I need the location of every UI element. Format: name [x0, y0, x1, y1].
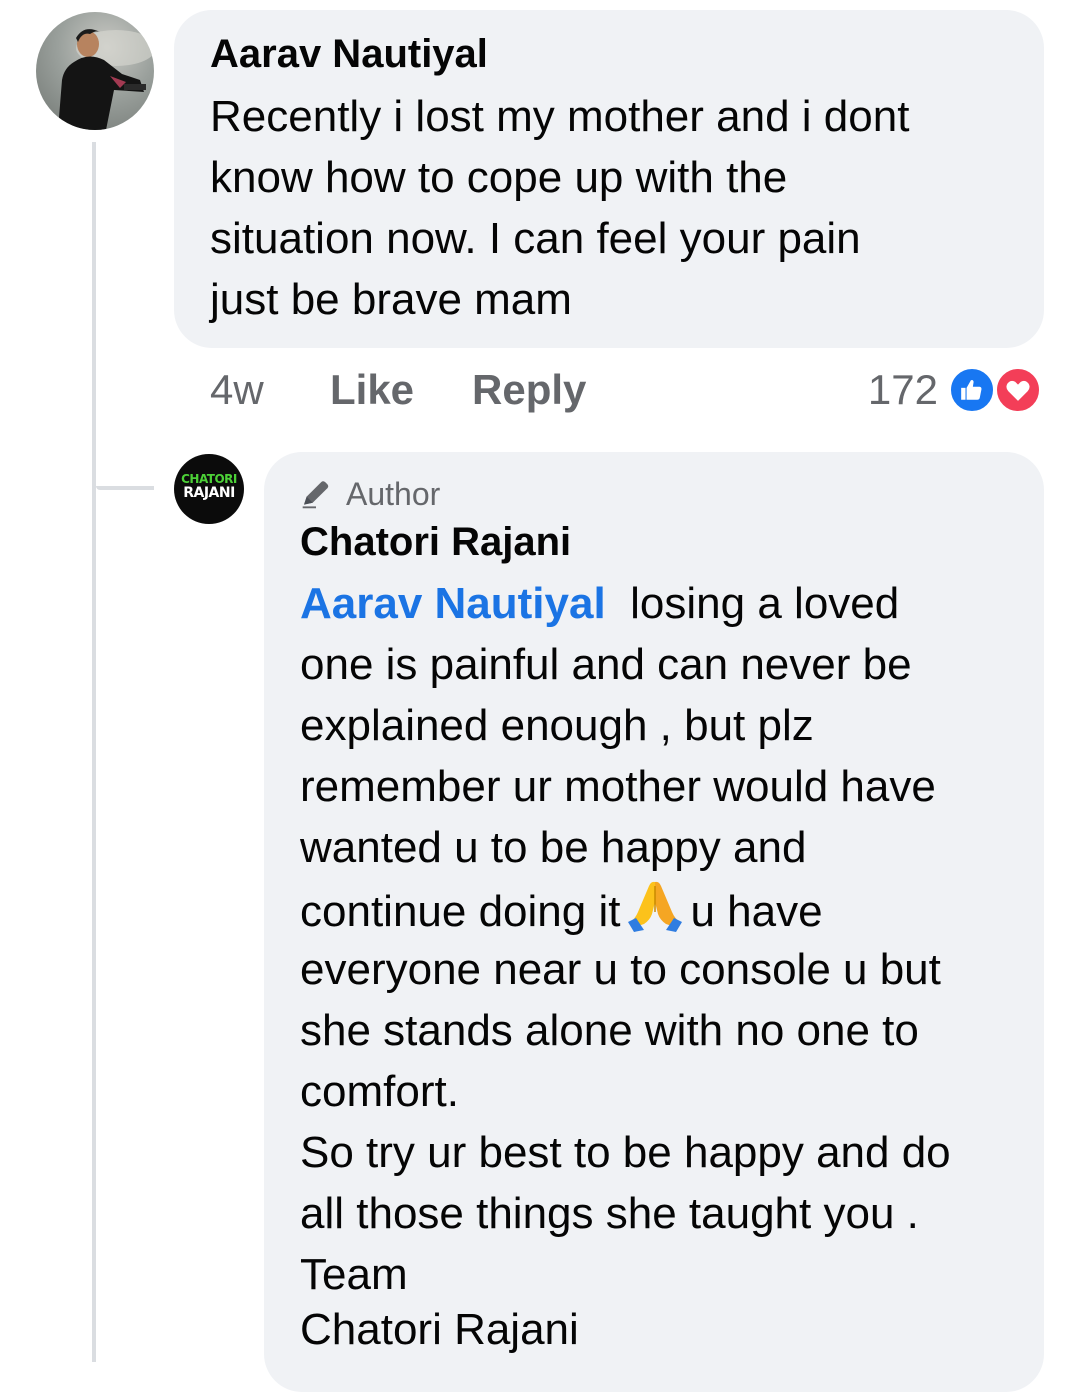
reply-text-line: everyone near u to console u but	[300, 945, 941, 994]
reaction-count[interactable]: 172	[862, 364, 938, 416]
thread-line	[92, 142, 96, 1362]
comment-text-line: Recently i lost my mother and i dont	[210, 92, 910, 141]
reply-text-line: wanted u to be happy and	[300, 823, 807, 872]
pencil-icon	[302, 481, 329, 509]
logo-text: CHATORI	[181, 472, 237, 486]
comment-text-line: situation now. I can feel your pain	[210, 214, 861, 263]
reply-text-line: explained enough , but plz	[300, 701, 814, 750]
mention-link[interactable]: Aarav Nautiyal	[300, 579, 606, 628]
reply-text-line: all those things she taught you .	[300, 1189, 919, 1238]
comment-text-line: just be brave mam	[210, 275, 572, 324]
author-badge: Author	[300, 474, 440, 514]
comment-text-line: know how to cope up with the	[210, 153, 788, 202]
reply-text-line: continue doing it u have	[300, 878, 823, 948]
logo-text: RAJANI	[183, 485, 235, 501]
reply-author[interactable]: Chatori Rajani	[300, 518, 571, 566]
comment-timestamp[interactable]: 4w	[210, 364, 264, 416]
author-badge-label: Author	[346, 475, 441, 512]
reply-text-line: one is painful and can never be	[300, 640, 912, 689]
reply-text-line: Team	[300, 1250, 408, 1299]
reply-text-fragment: continue doing it	[300, 887, 621, 936]
folded-hands-emoji	[626, 878, 684, 948]
avatar[interactable]	[36, 12, 154, 130]
reply-text-line: she stands alone with no one to	[300, 1006, 919, 1055]
love-icon[interactable]	[994, 366, 1042, 414]
user-photo	[58, 29, 154, 130]
comment-author[interactable]: Aarav Nautiyal	[210, 30, 488, 78]
reply-text-line: remember ur mother would have	[300, 762, 936, 811]
like-button[interactable]: Like	[330, 364, 414, 416]
reply-text-line: Aarav Nautiyal losing a loved	[300, 573, 899, 634]
thread-connector	[96, 486, 154, 490]
reply-text-line: comfort.	[300, 1067, 459, 1116]
like-icon[interactable]	[948, 366, 996, 414]
reply-text-line: So try ur best to be happy and do	[300, 1128, 951, 1177]
reply-button[interactable]: Reply	[472, 364, 586, 416]
page-avatar[interactable]: CHATORI RAJANI	[174, 454, 244, 524]
reply-text-fragment: u have	[690, 887, 823, 936]
reply-text-fragment: losing a loved	[630, 579, 900, 628]
reply-text-line: Chatori Rajani	[300, 1305, 579, 1354]
